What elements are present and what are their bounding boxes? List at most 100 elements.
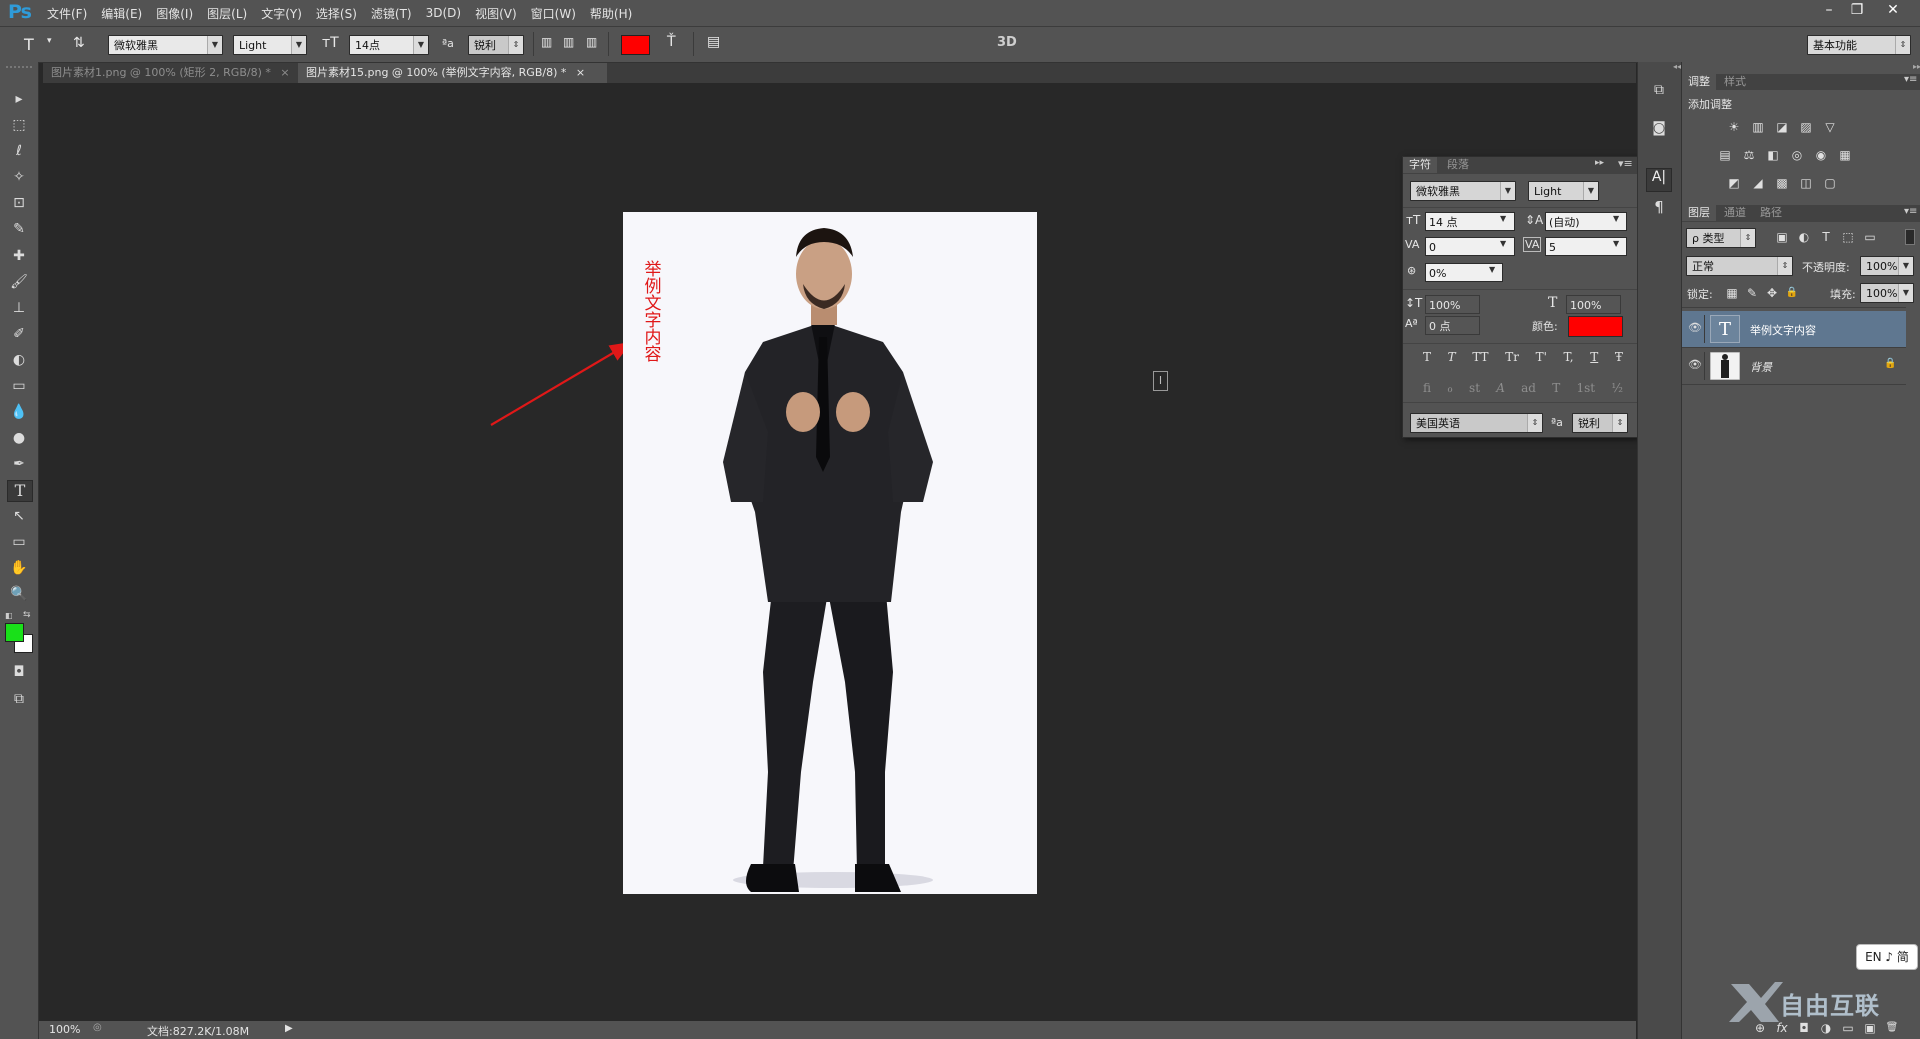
ordinals-button[interactable]: 1st [1576, 381, 1595, 395]
eraser-tool-icon[interactable]: ◐ [7, 350, 31, 370]
all-caps-button[interactable]: TT [1472, 350, 1488, 364]
chevron-down-icon[interactable]: ▼ [1489, 265, 1495, 274]
black-white-icon[interactable]: ◧ [1765, 148, 1781, 162]
layer-name[interactable]: 举例文字内容 [1750, 322, 1816, 338]
superscript-button[interactable]: T' [1536, 350, 1547, 364]
screen-mode-icon[interactable]: ⧉ [7, 689, 31, 709]
panel-menu-icon[interactable]: ▾≡ [1904, 74, 1917, 85]
menu-edit[interactable]: 编辑(E) [94, 5, 149, 22]
ime-indicator[interactable]: EN ♪ 简 [1856, 944, 1918, 970]
workspace-select[interactable]: 基本功能 ⇕ [1807, 35, 1911, 55]
hand-tool-icon[interactable]: ✋ [7, 558, 31, 578]
tab-character[interactable]: 字符 [1403, 157, 1437, 173]
char-font-family-select[interactable]: 微软雅黑 ▼ [1410, 181, 1516, 201]
swash-button[interactable]: A [1496, 381, 1505, 395]
exposure-icon[interactable]: ▨ [1798, 120, 1814, 134]
type-tool-icon[interactable]: T [7, 480, 33, 502]
selective-color-icon[interactable]: ◫ [1798, 176, 1814, 190]
strikethrough-button[interactable]: Ŧ [1615, 350, 1623, 364]
toolbar-grip[interactable] [6, 66, 32, 74]
layer-row-background[interactable]: 👁 背景 🔒 [1682, 348, 1906, 385]
lock-transparency-icon[interactable]: ▦ [1724, 286, 1740, 300]
menu-filter[interactable]: 滤镜(T) [364, 5, 419, 22]
hue-saturation-icon[interactable]: ▤ [1717, 148, 1733, 162]
char-antialias-select[interactable]: 锐利 ⇕ [1572, 413, 1628, 433]
color-lookup-icon[interactable]: ▦ [1837, 148, 1853, 162]
lock-all-icon[interactable]: 🔒 [1784, 286, 1800, 300]
tab-paths[interactable]: 路径 [1754, 205, 1788, 221]
old-style-button[interactable]: ℴ [1447, 381, 1453, 395]
zoom-tool-icon[interactable]: 🔍 [7, 584, 31, 604]
menu-type[interactable]: 文字(Y) [254, 5, 309, 22]
character-panel-icon[interactable]: A| [1646, 168, 1672, 192]
properties-panel-icon[interactable]: ◙ [1646, 120, 1672, 144]
text-color-swatch[interactable] [621, 35, 650, 55]
tab-layers[interactable]: 图层 [1682, 205, 1716, 221]
titling-alternates-button[interactable]: T [1552, 381, 1560, 395]
marquee-tool-icon[interactable]: ⬚ [7, 115, 31, 135]
brightness-icon[interactable]: ☀ [1726, 120, 1742, 134]
opacity-field[interactable]: 100% ▼ [1860, 256, 1914, 276]
menu-view[interactable]: 视图(V) [468, 5, 524, 22]
discretionary-ligatures-button[interactable]: st [1469, 381, 1480, 395]
zoom-level[interactable]: 100% [49, 1023, 80, 1036]
preset-dropdown-icon[interactable]: ▾ [47, 36, 52, 46]
collapse-icon[interactable]: ▸▸ [1595, 158, 1604, 168]
menu-file[interactable]: 文件(F) [40, 5, 94, 22]
char-horizontal-scale-field[interactable]: 100% [1566, 295, 1621, 314]
menu-3d[interactable]: 3D(D) [419, 6, 468, 20]
type-filter-icon[interactable]: T [1818, 230, 1834, 244]
collapse-icon[interactable]: ▸▸ [1682, 62, 1920, 74]
char-font-style-select[interactable]: Light ▼ [1528, 181, 1599, 201]
pixel-filter-icon[interactable]: ▣ [1774, 230, 1790, 244]
subscript-button[interactable]: T, [1564, 350, 1574, 364]
status-menu-arrow-icon[interactable]: ▶ [285, 1023, 293, 1034]
paragraph-panel-icon[interactable]: ¶ [1646, 198, 1672, 220]
path-selection-tool-icon[interactable]: ↖ [7, 506, 31, 526]
chevron-down-icon[interactable]: ▼ [1500, 214, 1506, 223]
move-tool-icon[interactable]: ▸ [7, 89, 31, 109]
restore-button[interactable]: ❐ [1846, 2, 1868, 19]
magic-wand-tool-icon[interactable]: ✧ [7, 167, 31, 187]
eyedropper-tool-icon[interactable]: ✎ [7, 219, 31, 239]
panel-menu-icon[interactable]: ▾≡ [1904, 206, 1917, 217]
vertical-text-layer[interactable]: 举例文字内容 [643, 262, 663, 364]
channel-mixer-icon[interactable]: ◉ [1813, 148, 1829, 162]
default-colors-icon[interactable]: ◧ [5, 611, 13, 620]
color-balance-icon[interactable]: ⚖ [1741, 148, 1757, 162]
font-size-select[interactable]: 14点 ▼ [349, 35, 429, 55]
antialias-select[interactable]: 锐利 ⇕ [468, 35, 524, 55]
expand-icon[interactable]: ◂◂ [1638, 62, 1681, 74]
chevron-down-icon[interactable]: ▼ [1613, 214, 1619, 223]
fractions-button[interactable]: ½ [1611, 381, 1623, 395]
quick-mask-icon[interactable]: ◘ [7, 662, 31, 682]
gradient-map-icon[interactable]: ▢ [1822, 176, 1838, 190]
swap-colors-icon[interactable]: ⇆ [23, 610, 31, 620]
menu-layer[interactable]: 图层(L) [200, 5, 254, 22]
shape-filter-icon[interactable]: ⬚ [1840, 230, 1856, 244]
layer-name[interactable]: 背景 [1750, 359, 1772, 375]
filter-toggle-switch[interactable] [1905, 229, 1915, 245]
type-tool-preset-icon[interactable]: T [24, 35, 34, 54]
tab-styles[interactable]: 样式 [1718, 74, 1752, 90]
gradient-tool-icon[interactable]: ▭ [7, 376, 31, 396]
levels-icon[interactable]: ▥ [1750, 120, 1766, 134]
posterize-icon[interactable]: ◢ [1750, 176, 1766, 190]
faux-bold-button[interactable]: T [1423, 350, 1431, 364]
small-caps-button[interactable]: Tr [1505, 350, 1519, 364]
layer-filter-select[interactable]: ρ 类型 ⇕ [1686, 228, 1756, 248]
tab-document-1[interactable]: 图片素材1.png @ 100% (矩形 2, RGB/8) * × [43, 63, 298, 83]
vibrance-icon[interactable]: ▽ [1822, 120, 1838, 134]
clone-stamp-tool-icon[interactable]: ⊥ [7, 298, 31, 318]
eye-icon[interactable]: 👁 [1688, 321, 1702, 334]
close-icon[interactable]: × [576, 66, 585, 79]
document-canvas[interactable]: 举例文字内容 [623, 212, 1037, 894]
font-style-select[interactable]: Light ▼ [233, 35, 307, 55]
invert-icon[interactable]: ◩ [1726, 176, 1742, 190]
3d-mode-button[interactable]: 3D [997, 35, 1017, 50]
chevron-down-icon[interactable]: ▼ [1613, 239, 1619, 248]
brush-tool-icon[interactable]: 🖌 [7, 272, 31, 292]
pen-tool-icon[interactable]: ✒ [7, 454, 31, 474]
crop-tool-icon[interactable]: ⊡ [7, 193, 31, 213]
char-baseline-shift-field[interactable]: 0 点 [1425, 316, 1480, 335]
